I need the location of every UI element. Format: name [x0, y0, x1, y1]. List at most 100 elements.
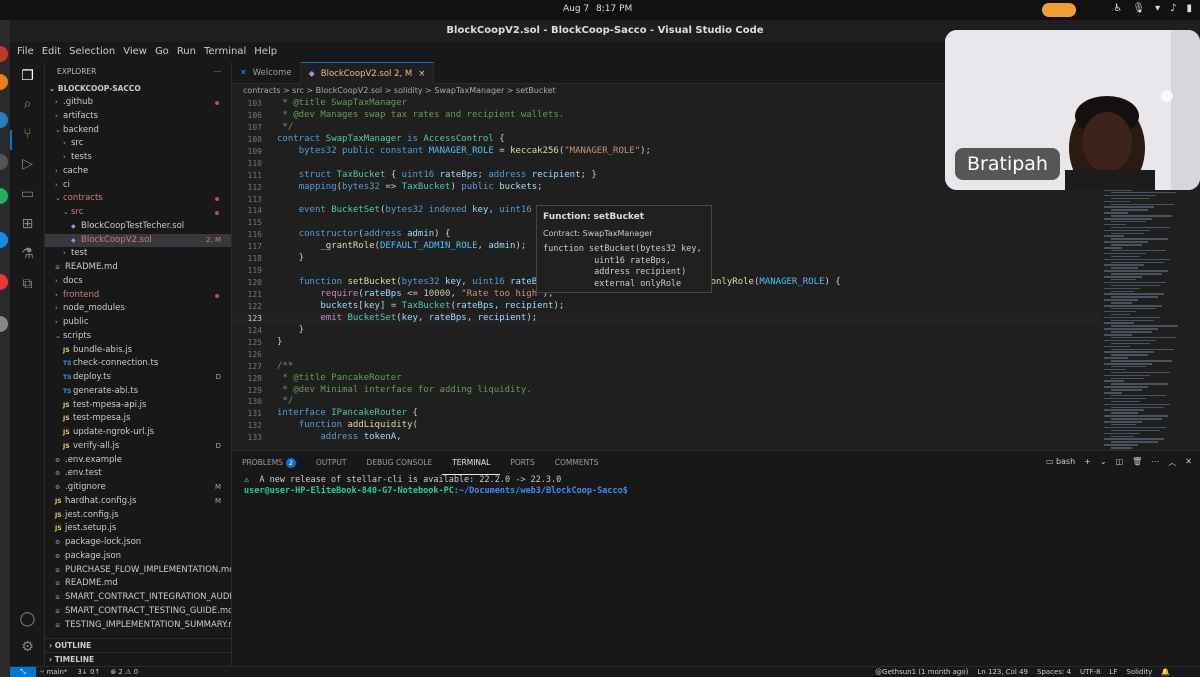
explorer-folder[interactable]: › ci: [45, 179, 231, 193]
line-number[interactable]: 122: [232, 301, 262, 313]
microphone-icon[interactable]: 🎙: [1132, 3, 1145, 14]
explorer-folder[interactable]: ⌄ backend: [45, 124, 231, 138]
line-number[interactable]: 103: [232, 98, 262, 110]
testing-icon[interactable]: ⚗: [19, 246, 36, 263]
explorer-file[interactable]: ≡ SMART_CONTRACT_INTEGRATION_AUDIT...: [45, 591, 231, 605]
line-number[interactable]: 107: [232, 122, 262, 134]
explorer-file[interactable]: ⚙ .gitignore M: [45, 481, 231, 495]
explorer-folder[interactable]: › public: [45, 316, 231, 330]
explorer-file[interactable]: ⚙ .env.example: [45, 454, 231, 468]
explorer-file[interactable]: TS generate-abi.ts: [45, 385, 231, 399]
line-number[interactable]: 117: [232, 241, 262, 253]
run-debug-icon[interactable]: ▷: [19, 156, 36, 173]
outline-section[interactable]: › OUTLINE: [45, 638, 231, 652]
dock-app-icon[interactable]: [0, 154, 8, 170]
explorer-folder[interactable]: › node_modules: [45, 302, 231, 316]
line-number[interactable]: 133: [232, 432, 262, 444]
battery-icon[interactable]: ▮: [1186, 3, 1192, 14]
dock-app-icon[interactable]: [0, 316, 8, 332]
explorer-folder[interactable]: › .github: [45, 96, 231, 110]
explorer-folder[interactable]: › frontend: [45, 289, 231, 303]
explorer-file[interactable]: JS update-ngrok-url.js: [45, 426, 231, 440]
explorer-file[interactable]: JS jest.config.js: [45, 509, 231, 523]
trash-icon[interactable]: 🗑: [1132, 457, 1142, 468]
explorer-file[interactable]: ≡ README.md: [45, 577, 231, 591]
code-line[interactable]: 130 */: [232, 396, 1100, 408]
line-number[interactable]: 128: [232, 373, 262, 385]
explorer-folder[interactable]: › tests: [45, 151, 231, 165]
account-icon[interactable]: ◯: [19, 611, 36, 628]
explorer-file[interactable]: ◆ BlockCoopTestTecher.sol: [45, 220, 231, 234]
terminal-shell-label[interactable]: ▭ bash: [1046, 457, 1075, 468]
dock-app-icon[interactable]: [0, 46, 8, 62]
code-line[interactable]: 123 emit BucketSet(key, rateBps, recipie…: [232, 312, 1100, 325]
menu-view[interactable]: View: [123, 42, 147, 62]
menu-go[interactable]: Go: [155, 42, 169, 62]
new-terminal-icon[interactable]: +: [1084, 457, 1091, 468]
explorer-file[interactable]: JS verify-all.js D: [45, 440, 231, 454]
line-number[interactable]: 113: [232, 194, 262, 206]
explorer-folder[interactable]: › artifacts: [45, 110, 231, 124]
explorer-file[interactable]: ⚙ package-lock.json: [45, 536, 231, 550]
code-line[interactable]: 132 function addLiquidity(: [232, 420, 1100, 432]
code-line[interactable]: 113: [232, 194, 1100, 206]
extensions-icon[interactable]: ⊞: [19, 216, 36, 233]
timeline-section[interactable]: › TIMELINE: [45, 652, 231, 666]
dock-app-icon[interactable]: [0, 112, 8, 128]
line-number[interactable]: 132: [232, 420, 262, 432]
search-icon[interactable]: ⌕: [19, 96, 36, 113]
close-icon[interactable]: ×: [418, 63, 425, 85]
explorer-folder[interactable]: ⌄ src: [45, 206, 231, 220]
cursor-position[interactable]: Ln 123, Col 49: [977, 667, 1028, 677]
explorer-file[interactable]: JS hardhat.config.js M: [45, 495, 231, 509]
explorer-file[interactable]: ≡ TESTING_IMPLEMENTATION_SUMMARY.md: [45, 619, 231, 633]
git-blame[interactable]: @Gethsun1 (1 month ago): [875, 667, 968, 677]
line-number[interactable]: 127: [232, 361, 262, 373]
volume-icon[interactable]: ♪: [1170, 3, 1176, 14]
line-number[interactable]: 116: [232, 229, 262, 241]
explorer-file[interactable]: JS test-mpesa.js: [45, 412, 231, 426]
tab-output[interactable]: OUTPUT: [306, 451, 357, 475]
indentation[interactable]: Spaces: 4: [1037, 667, 1071, 677]
docker-icon[interactable]: ⧉: [19, 276, 36, 293]
code-line[interactable]: 126: [232, 349, 1100, 361]
menu-selection[interactable]: Selection: [69, 42, 115, 62]
explorer-folder[interactable]: › src: [45, 137, 231, 151]
explorer-file[interactable]: ⚙ package.json: [45, 550, 231, 564]
explorer-file[interactable]: JS test-mpesa-api.js: [45, 399, 231, 413]
git-branch[interactable]: ⑂ main*: [40, 667, 67, 677]
system-time[interactable]: 8:17 PM: [596, 4, 632, 14]
dock-app-icon[interactable]: [0, 188, 8, 204]
source-control-icon[interactable]: ⑂: [19, 126, 36, 143]
explorer-file[interactable]: ≡ PURCHASE_FLOW_IMPLEMENTATION.md: [45, 564, 231, 578]
line-number[interactable]: 111: [232, 170, 262, 182]
explorer-folder[interactable]: › cache: [45, 165, 231, 179]
terminal-output[interactable]: ⚠ A new release of stellar-cli is availa…: [244, 475, 628, 497]
explorer-file[interactable]: TS check-connection.ts: [45, 357, 231, 371]
line-number[interactable]: 108: [232, 134, 262, 146]
close-panel-icon[interactable]: ✕: [1185, 457, 1192, 468]
explorer-file[interactable]: TS deploy.ts D: [45, 371, 231, 385]
tab-blockcoopv2[interactable]: ◆ BlockCoopV2.sol 2, M ×: [300, 62, 435, 85]
code-line[interactable]: 133 address tokenA,: [232, 432, 1100, 444]
menu-run[interactable]: Run: [177, 42, 196, 62]
git-sync[interactable]: 3↓ 0↑: [77, 667, 100, 677]
system-date[interactable]: Aug 7: [563, 4, 589, 14]
line-number[interactable]: 115: [232, 217, 262, 229]
remote-explorer-icon[interactable]: ▭: [19, 186, 36, 203]
code-line[interactable]: 127 /**: [232, 361, 1100, 373]
recording-indicator[interactable]: [1042, 3, 1076, 17]
wifi-icon[interactable]: ▾: [1155, 3, 1160, 14]
explorer-icon[interactable]: ❐: [19, 68, 36, 85]
line-number[interactable]: 118: [232, 253, 262, 265]
menu-edit[interactable]: Edit: [42, 42, 61, 62]
code-line[interactable]: 129 * @dev Minimal interface for adding …: [232, 385, 1100, 397]
accessibility-icon[interactable]: ♿: [1113, 3, 1122, 14]
line-number[interactable]: 109: [232, 146, 262, 158]
encoding[interactable]: UTF-8: [1080, 667, 1100, 677]
menu-help[interactable]: Help: [254, 42, 277, 62]
explorer-file[interactable]: ≡ SMART_CONTRACT_TESTING_GUIDE.md: [45, 605, 231, 619]
dock-vscode-icon[interactable]: [0, 232, 8, 248]
line-number[interactable]: 112: [232, 182, 262, 194]
line-number[interactable]: 131: [232, 408, 262, 420]
